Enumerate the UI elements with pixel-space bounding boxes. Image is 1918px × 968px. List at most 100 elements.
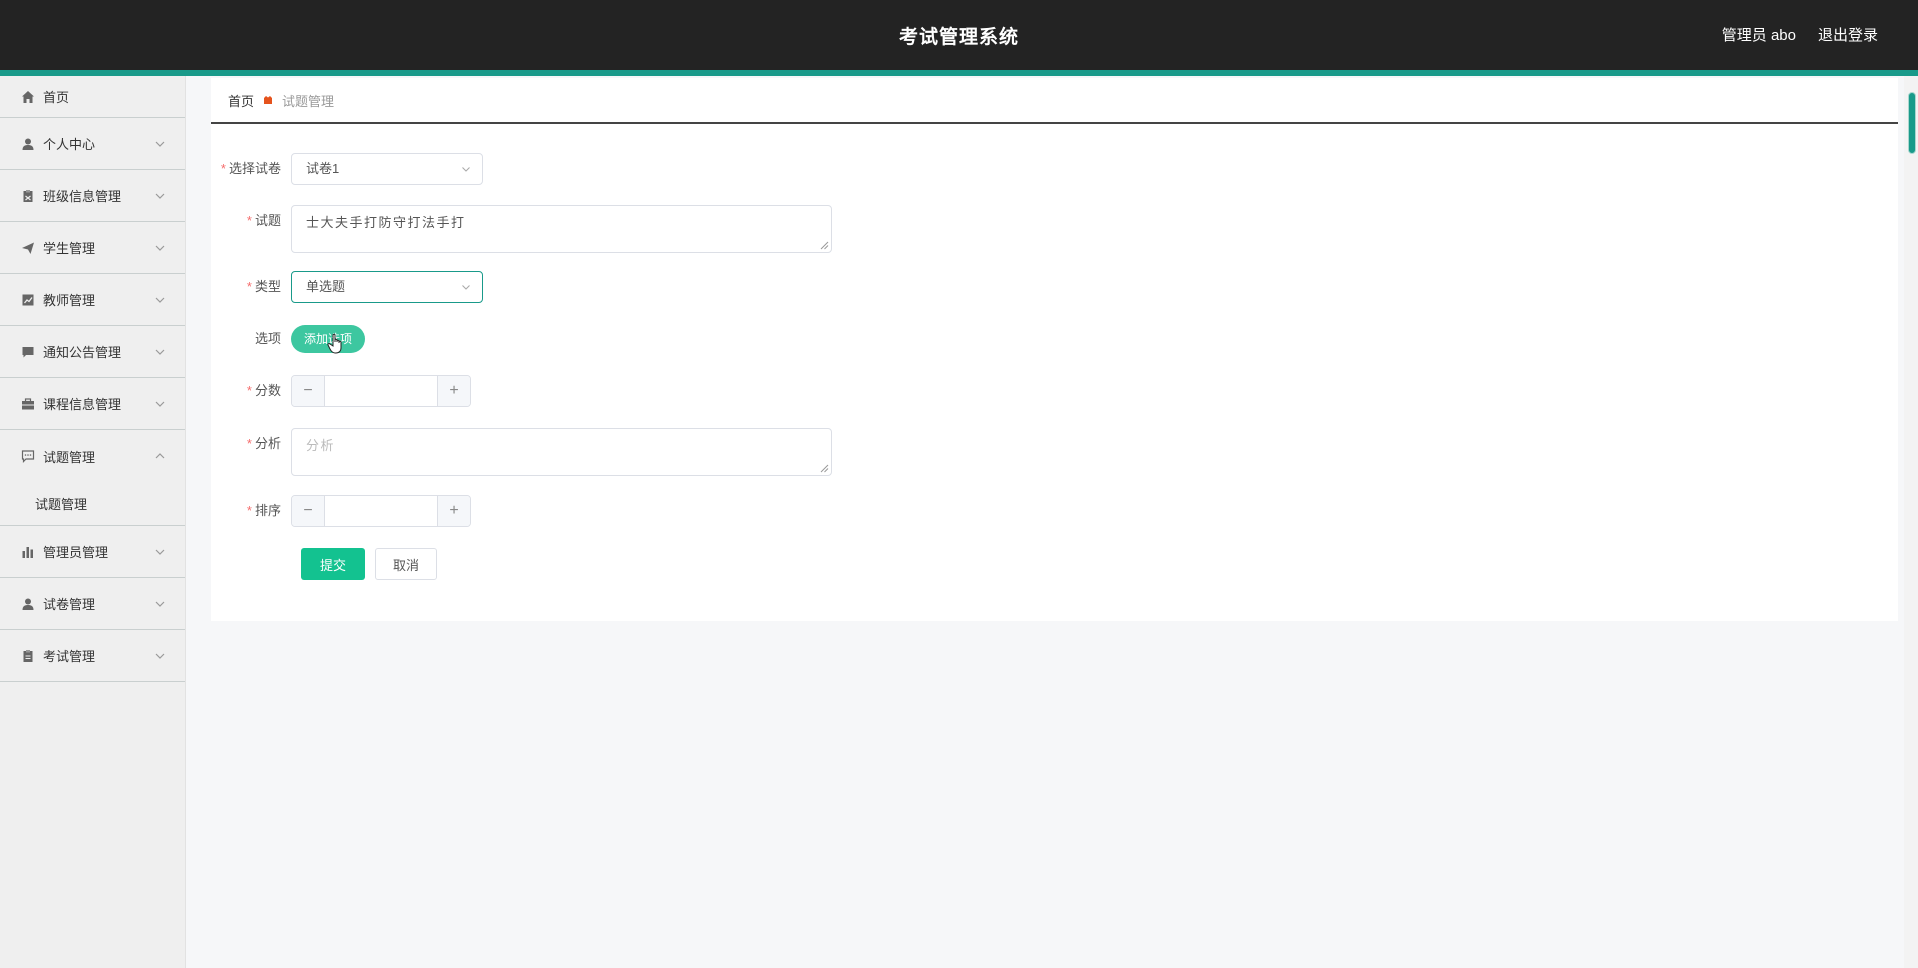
chevron-down-icon: [155, 297, 165, 303]
sidebar-item-paper[interactable]: 试卷管理: [0, 578, 185, 630]
user-icon: [21, 137, 35, 151]
form-row-analysis: * 分析 分析: [211, 428, 832, 476]
breadcrumb-current: 试题管理: [282, 93, 335, 109]
chevron-down-icon: [155, 193, 165, 199]
analysis-placeholder: 分析: [306, 438, 336, 453]
order-stepper: − +: [291, 495, 471, 527]
form-row-order: * 排序 − +: [211, 495, 471, 527]
resize-handle-icon[interactable]: [820, 241, 829, 250]
paper-select-value: 试卷1: [306, 161, 340, 176]
chevron-down-icon: [462, 285, 470, 290]
breadcrumb: 首页 试题管理: [211, 78, 1898, 124]
increment-button[interactable]: +: [437, 376, 470, 406]
sidebar-item-label: 试卷管理: [43, 597, 96, 612]
scrollbar-track[interactable]: [1904, 76, 1918, 968]
form-row-score: * 分数 − +: [211, 375, 471, 407]
required-marker: *: [246, 383, 252, 398]
home-icon: [21, 90, 35, 104]
form-label: * 分析: [246, 436, 281, 451]
sidebar-item-exam[interactable]: 考试管理: [0, 630, 185, 682]
message-icon: [21, 345, 35, 359]
sidebar-item-student[interactable]: 学生管理: [0, 222, 185, 274]
cancel-button[interactable]: 取消: [375, 548, 437, 580]
paper-select[interactable]: 试卷1: [291, 153, 483, 185]
sidebar-item-admin[interactable]: 管理员管理: [0, 526, 185, 578]
sidebar-item-course[interactable]: 课程信息管理: [0, 378, 185, 430]
chevron-up-icon: [155, 453, 165, 459]
required-marker: *: [220, 161, 226, 176]
current-user-label: 管理员 abo: [1721, 27, 1796, 44]
top-header: 考试管理系统 管理员 abo 退出登录: [0, 0, 1918, 70]
form-label: * 排序: [246, 503, 281, 518]
submit-button[interactable]: 提交: [301, 548, 365, 580]
logout-link[interactable]: 退出登录: [1818, 24, 1878, 45]
question-textarea[interactable]: 士大夫手打防守打法手打: [291, 205, 832, 253]
analysis-textarea[interactable]: 分析: [291, 428, 832, 476]
chart-box-icon: [21, 293, 35, 307]
sidebar-item-label: 学生管理: [43, 241, 96, 256]
required-marker: *: [246, 213, 252, 228]
order-input[interactable]: [325, 496, 437, 526]
bar-chart-icon: [21, 545, 35, 559]
clipboard-icon: [21, 649, 35, 663]
chevron-down-icon: [155, 245, 165, 251]
question-text: 士大夫手打防守打法手打: [306, 215, 466, 230]
sidebar-item-label: 管理员管理: [43, 545, 109, 560]
type-select[interactable]: 单选题: [291, 271, 483, 303]
chevron-down-icon: [155, 549, 165, 555]
type-select-value: 单选题: [306, 279, 346, 294]
main-content: 首页 试题管理 * 选择试卷 试卷1 * 试题 士大夫手打防守打法手打 * 类型 单选…: [211, 78, 1898, 621]
breadcrumb-home[interactable]: 首页: [228, 91, 254, 110]
sidebar-item-label: 考试管理: [43, 649, 96, 664]
form-row-question: * 试题 士大夫手打防守打法手打: [211, 205, 832, 253]
briefcase-icon: [21, 397, 35, 411]
sidebar: 首页 个人中心 班级信息管理 学生管理 教师管理 通知公告管理 课程信息管理 试…: [0, 76, 186, 968]
header-actions: 管理员 abo 退出登录: [1722, 24, 1878, 45]
paper-plane-icon: [21, 241, 35, 255]
hand-cursor-icon: [327, 333, 342, 354]
resize-handle-icon[interactable]: [820, 464, 829, 473]
chevron-down-icon: [155, 653, 165, 659]
decrement-button[interactable]: −: [292, 376, 325, 406]
required-marker: *: [246, 279, 252, 294]
sidebar-item-label: 试题管理: [43, 449, 96, 465]
score-input[interactable]: [325, 376, 437, 406]
sidebar-item-question-mgmt[interactable]: 试题管理: [0, 430, 185, 482]
sidebar-item-class-info[interactable]: 班级信息管理: [0, 170, 185, 222]
sidebar-item-label: 首页: [43, 90, 70, 105]
header-accent-bar: [0, 70, 1918, 76]
sidebar-item-label: 班级信息管理: [43, 189, 122, 204]
clipboard-icon: [21, 189, 35, 203]
app-title: 考试管理系统: [898, 27, 1019, 48]
form-actions: 提交 取消: [301, 548, 437, 580]
form-label: * 试题: [246, 213, 281, 228]
chevron-down-icon: [155, 349, 165, 355]
chevron-down-icon: [155, 401, 165, 407]
sidebar-item-notice[interactable]: 通知公告管理: [0, 326, 185, 378]
increment-button[interactable]: +: [437, 496, 470, 526]
chevron-down-icon: [155, 141, 165, 147]
chevron-down-icon: [462, 167, 470, 172]
add-option-button[interactable]: 添加选项: [291, 325, 365, 354]
form-label: * 分数: [246, 383, 281, 398]
scrollbar-thumb[interactable]: [1908, 92, 1916, 154]
form-row-options: 选项 添加选项: [211, 323, 365, 355]
decrement-button[interactable]: −: [292, 496, 325, 526]
required-marker: *: [246, 503, 252, 518]
user-icon: [21, 597, 35, 611]
score-stepper: − +: [291, 375, 471, 407]
chat-icon: [21, 449, 35, 463]
sidebar-item-label: 个人中心: [43, 137, 96, 152]
breadcrumb-separator-icon: [262, 94, 274, 106]
form-label: * 类型: [246, 279, 281, 294]
sidebar-subitem-question-mgmt[interactable]: 试题管理: [0, 482, 185, 526]
form-label: 选项: [254, 331, 281, 346]
form-row-type: * 类型 单选题: [211, 271, 483, 303]
sidebar-item-home[interactable]: 首页: [0, 76, 185, 118]
sidebar-item-label: 课程信息管理: [43, 397, 122, 412]
sidebar-item-personal-center[interactable]: 个人中心: [0, 118, 185, 170]
sidebar-item-teacher[interactable]: 教师管理: [0, 274, 185, 326]
chevron-down-icon: [155, 601, 165, 607]
required-marker: *: [246, 436, 252, 451]
sidebar-item-label: 教师管理: [43, 293, 96, 308]
